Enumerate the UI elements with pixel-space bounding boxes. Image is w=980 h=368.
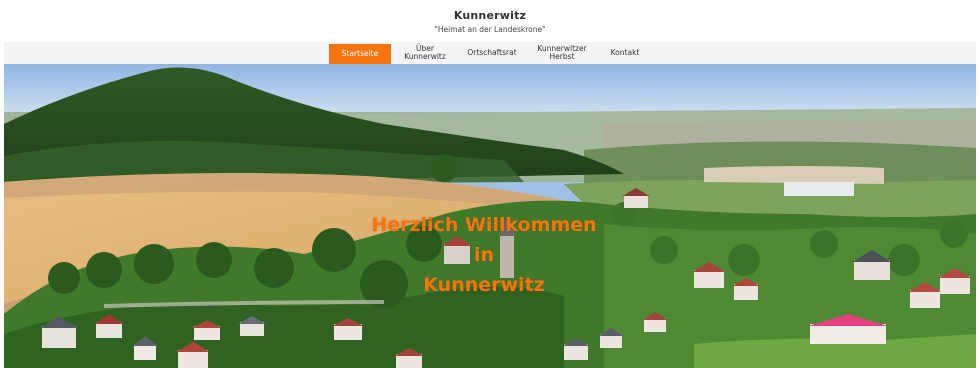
hero-line-2: in [473,244,495,266]
nav-label: Über Kunnerwitz [404,44,446,61]
nav-item-ueber-kunnerwitz[interactable]: Über Kunnerwitz [395,42,455,64]
nav-item-kontakt[interactable]: Kontakt [600,42,650,64]
main-navigation: Startseite Über Kunnerwitz Ortschaftsrat… [4,42,976,64]
nav-label: Startseite [341,49,379,58]
hero-line-1: Herzlich Willkommen [371,214,597,236]
site-header: Kunnerwitz "Heimat an der Landeskrone" [0,0,980,42]
site-title[interactable]: Kunnerwitz [0,9,980,22]
nav-label: Kontakt [610,48,640,57]
hero-banner: Herzlich Willkommen in Kunnerwitz [4,64,976,368]
nav-label: Kunnerwitzer Herbst [537,44,587,61]
nav-item-ortschaftsrat[interactable]: Ortschaftsrat [459,42,525,64]
hero-line-3: Kunnerwitz [423,274,545,296]
site-tagline: "Heimat an der Landeskrone" [434,25,546,34]
nav-item-startseite[interactable]: Startseite [329,44,391,64]
hero-welcome-heading: Herzlich Willkommen in Kunnerwitz [334,210,634,300]
nav-item-kunnerwitzer-herbst[interactable]: Kunnerwitzer Herbst [528,42,596,64]
nav-label: Ortschaftsrat [467,48,517,57]
page: Kunnerwitz "Heimat an der Landeskrone" S… [0,0,980,368]
